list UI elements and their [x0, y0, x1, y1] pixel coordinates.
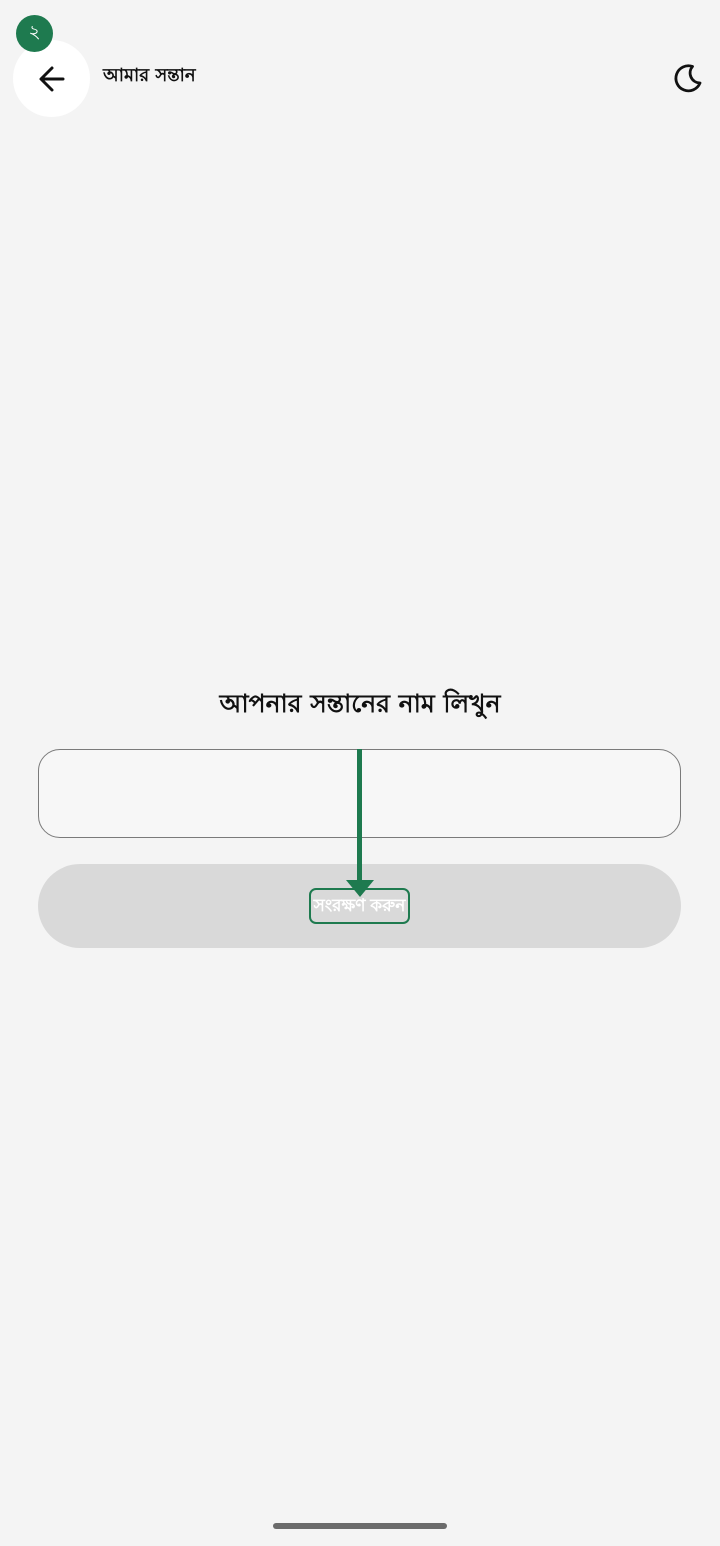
- moon-icon: [674, 64, 702, 93]
- app-header: ২ আমার সন্তান: [0, 0, 720, 140]
- name-prompt-heading: আপনার সন্তানের নাম লিখুন: [219, 689, 501, 718]
- arrow-left-icon: [39, 66, 64, 91]
- step-badge: ২: [16, 15, 53, 52]
- page-title: আমার সন্তান: [103, 65, 196, 86]
- theme-toggle-button[interactable]: [668, 58, 708, 98]
- back-button[interactable]: [13, 40, 90, 117]
- home-indicator[interactable]: [273, 1523, 447, 1529]
- annotation-arrow-head: [346, 880, 374, 897]
- annotation-arrow-line: [357, 749, 362, 884]
